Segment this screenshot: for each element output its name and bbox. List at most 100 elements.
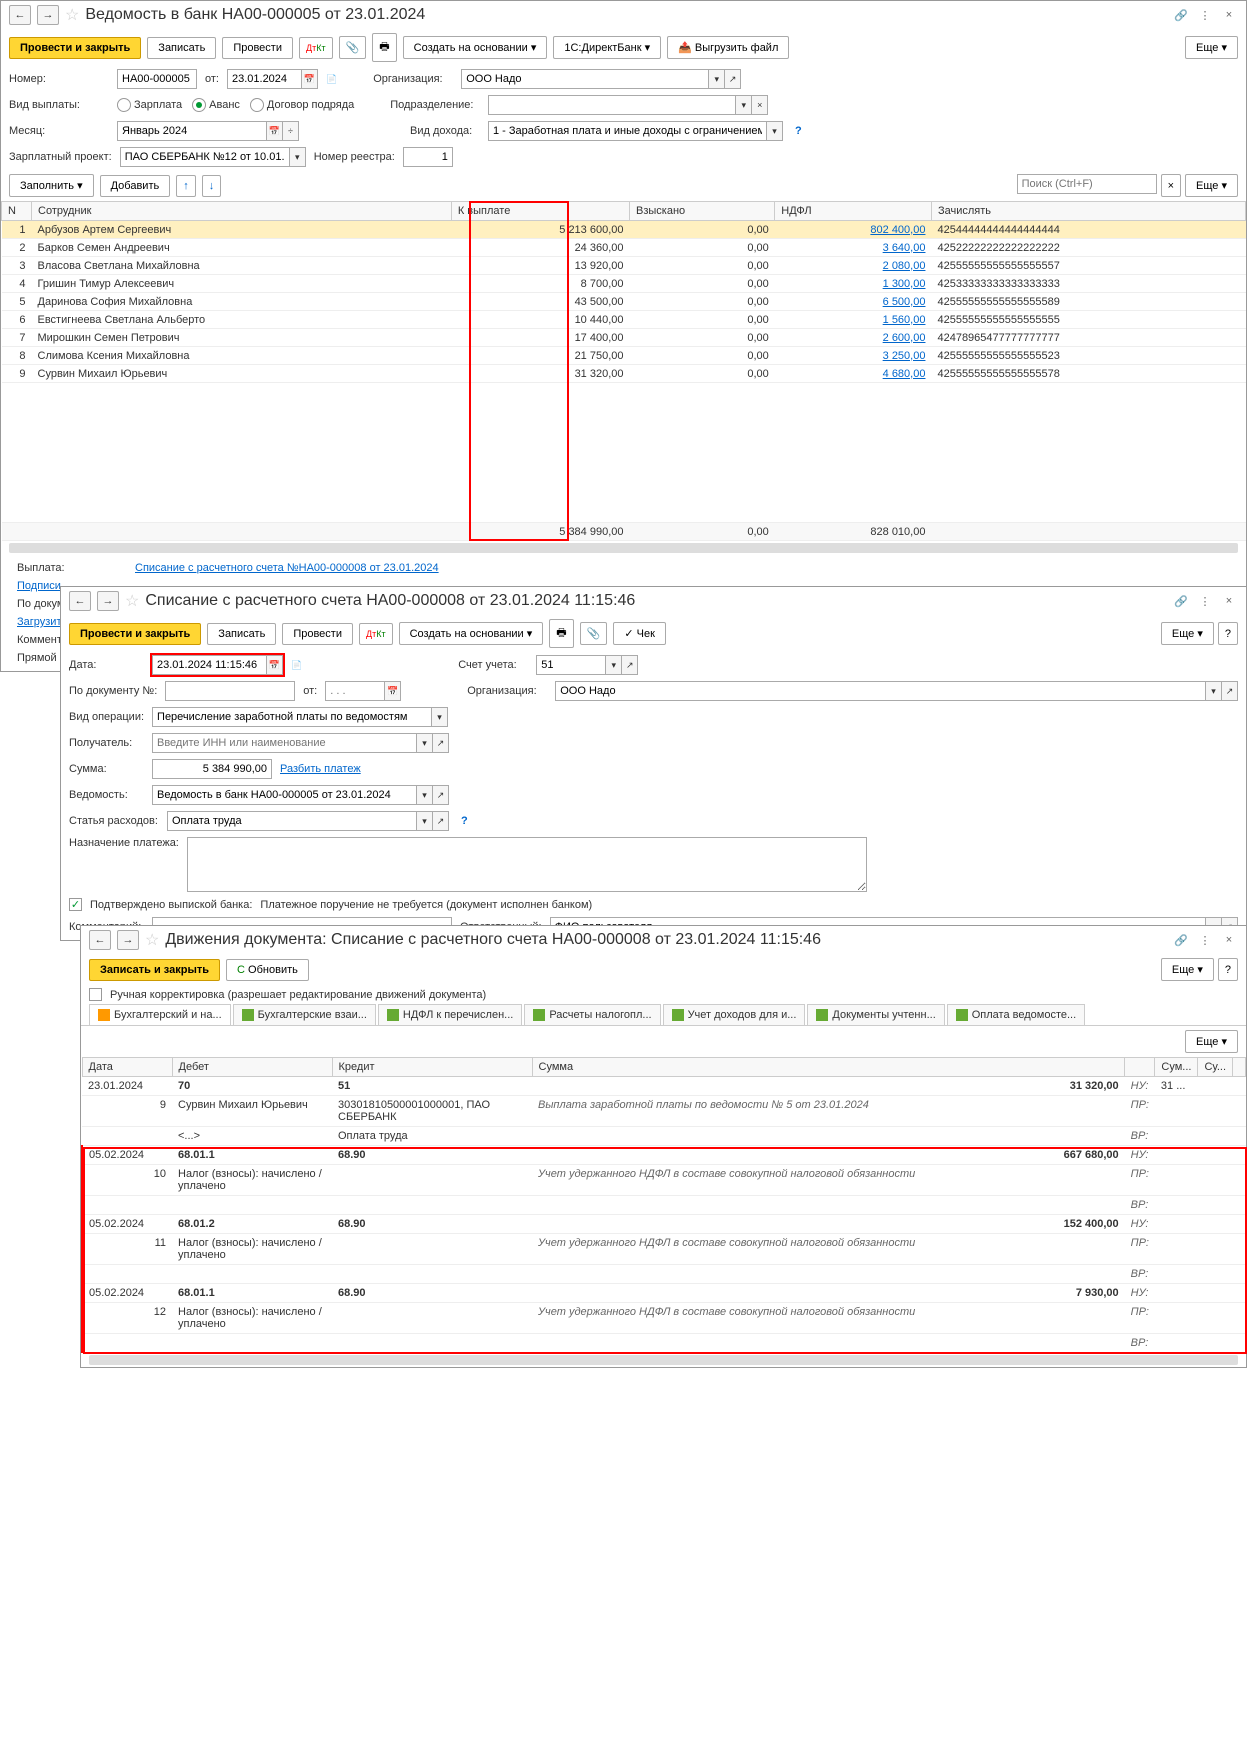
- refresh-button[interactable]: С Обновить: [226, 959, 309, 981]
- print-icon[interactable]: 🖶: [372, 33, 396, 62]
- col-su[interactable]: Су...: [1198, 1058, 1233, 1077]
- table-row[interactable]: 1Арбузов Артем Сергеевич5 213 600,000,00…: [2, 221, 1246, 239]
- table-row[interactable]: 3Власова Светлана Михайловна13 920,000,0…: [2, 257, 1246, 275]
- help-button[interactable]: ?: [1218, 622, 1238, 645]
- calendar-icon[interactable]: 📅: [267, 655, 283, 675]
- favorite-icon[interactable]: ☆: [65, 5, 79, 25]
- dropdown-icon[interactable]: ▾: [709, 69, 725, 89]
- radio-advance[interactable]: Аванс: [192, 98, 240, 112]
- tab-item[interactable]: НДФЛ к перечислен...: [378, 1004, 522, 1025]
- post-close-button[interactable]: Провести и закрыть: [69, 623, 201, 645]
- open-icon[interactable]: ↗: [1222, 681, 1238, 701]
- directbank-button[interactable]: 1С:ДиректБанк ▾: [553, 36, 661, 59]
- payment-link[interactable]: Списание с расчетного счета №НА00-000008…: [135, 562, 439, 574]
- nav-back-button[interactable]: ←: [69, 591, 91, 611]
- open-icon[interactable]: ↗: [433, 733, 449, 753]
- table-row[interactable]: 8Слимова Ксения Михайловна21 750,000,003…: [2, 347, 1246, 365]
- nav-back-button[interactable]: ←: [89, 930, 111, 950]
- movement-row[interactable]: 05.02.202468.01.268.90152 400,00НУ:: [82, 1215, 1246, 1234]
- movement-row[interactable]: 05.02.202468.01.168.90667 680,00НУ:: [82, 1146, 1246, 1165]
- dropdown-icon[interactable]: ▾: [767, 121, 783, 141]
- nav-forward-button[interactable]: →: [97, 591, 119, 611]
- post-button[interactable]: Провести: [222, 37, 293, 59]
- movement-row[interactable]: 23.01.2024705131 320,00НУ:31 ...: [82, 1077, 1246, 1096]
- dropdown-icon[interactable]: ▾: [1206, 681, 1222, 701]
- open-icon[interactable]: ↗: [622, 655, 638, 675]
- link-icon[interactable]: 🔗: [1172, 931, 1190, 949]
- registry-field[interactable]: [403, 147, 453, 167]
- tab-item[interactable]: Документы учтенн...: [807, 1004, 944, 1025]
- calendar-icon[interactable]: 📅: [385, 681, 401, 701]
- optype-field[interactable]: [152, 707, 432, 727]
- table-row[interactable]: 9Сурвин Михаил Юрьевич31 320,000,004 680…: [2, 365, 1246, 383]
- help-icon[interactable]: ?: [457, 815, 472, 827]
- dropdown-icon[interactable]: ▾: [736, 95, 752, 115]
- more-button[interactable]: Еще ▾: [1185, 36, 1238, 59]
- dept-field[interactable]: [488, 95, 736, 115]
- dropdown-icon[interactable]: ▾: [290, 147, 306, 167]
- bydoc-field[interactable]: [165, 681, 295, 701]
- save-button[interactable]: Записать: [207, 623, 276, 645]
- dropdown-icon[interactable]: ▾: [417, 811, 433, 831]
- clear-search-button[interactable]: ×: [1161, 174, 1181, 197]
- recipient-field[interactable]: [152, 733, 417, 753]
- purpose-field[interactable]: [187, 837, 867, 892]
- check-button[interactable]: ✓ Чек: [613, 622, 666, 645]
- spinner-icon[interactable]: ÷: [283, 121, 299, 141]
- more-button[interactable]: Еще ▾: [1185, 1030, 1238, 1053]
- move-down-button[interactable]: ↓: [202, 175, 222, 197]
- docdate-field[interactable]: [325, 681, 385, 701]
- favorite-icon[interactable]: ☆: [125, 591, 139, 611]
- statement-field[interactable]: [152, 785, 417, 805]
- col-n[interactable]: N: [2, 202, 32, 221]
- link-icon[interactable]: 🔗: [1172, 592, 1190, 610]
- project-field[interactable]: [120, 147, 290, 167]
- expense-field[interactable]: [167, 811, 417, 831]
- attach-icon[interactable]: 📎: [580, 622, 608, 645]
- add-button[interactable]: Добавить: [100, 175, 171, 197]
- tab-item[interactable]: Бухгалтерские взаи...: [233, 1004, 376, 1025]
- dt-kt-icon[interactable]: ДтКт: [359, 623, 393, 645]
- manual-checkbox[interactable]: [89, 988, 102, 1001]
- month-field[interactable]: [117, 121, 267, 141]
- save-button[interactable]: Записать: [147, 37, 216, 59]
- col-date[interactable]: Дата: [82, 1058, 172, 1077]
- col-pay[interactable]: К выплате: [451, 202, 629, 221]
- table-row[interactable]: 7Мирошкин Семен Петрович17 400,000,002 6…: [2, 329, 1246, 347]
- col-emp[interactable]: Сотрудник: [32, 202, 452, 221]
- nav-icon[interactable]: 📄: [291, 660, 302, 671]
- open-icon[interactable]: ↗: [433, 785, 449, 805]
- close-icon[interactable]: ×: [1220, 931, 1238, 949]
- table-row[interactable]: 5Даринова София Михайловна43 500,000,006…: [2, 293, 1246, 311]
- signs-link[interactable]: Подписи: [17, 580, 61, 592]
- kebab-icon[interactable]: ⋮: [1196, 592, 1214, 610]
- income-field[interactable]: [488, 121, 767, 141]
- tab-item[interactable]: Расчеты налогопл...: [524, 1004, 660, 1025]
- nav-back-button[interactable]: ←: [9, 5, 31, 25]
- kebab-icon[interactable]: ⋮: [1196, 6, 1214, 24]
- fill-button[interactable]: Заполнить ▾: [9, 174, 94, 197]
- open-icon[interactable]: ↗: [433, 811, 449, 831]
- help-icon[interactable]: ?: [791, 125, 806, 137]
- more-button[interactable]: Еще ▾: [1161, 622, 1214, 645]
- col-ndfl[interactable]: НДФЛ: [775, 202, 932, 221]
- kebab-icon[interactable]: ⋮: [1196, 931, 1214, 949]
- date-field[interactable]: [152, 655, 267, 675]
- tab-item[interactable]: Учет доходов для и...: [663, 1004, 806, 1025]
- dt-kt-icon[interactable]: ДтКт: [299, 37, 333, 59]
- post-close-button[interactable]: Провести и закрыть: [9, 37, 141, 59]
- table-row[interactable]: 6Евстигнеева Светлана Альберто10 440,000…: [2, 311, 1246, 329]
- confirmed-checkbox[interactable]: ✓: [69, 898, 82, 911]
- col-credit[interactable]: Зачислять: [931, 202, 1245, 221]
- nav-forward-button[interactable]: →: [117, 930, 139, 950]
- nav-icon[interactable]: 📄: [326, 74, 337, 85]
- dropdown-icon[interactable]: ▾: [417, 785, 433, 805]
- col-collected[interactable]: Взыскано: [630, 202, 775, 221]
- favorite-icon[interactable]: ☆: [145, 930, 159, 950]
- radio-salary[interactable]: Зарплата: [117, 98, 182, 112]
- col-credit[interactable]: Кредит: [332, 1058, 532, 1077]
- close-icon[interactable]: ×: [1220, 6, 1238, 24]
- dropdown-icon[interactable]: ▾: [432, 707, 448, 727]
- movement-row[interactable]: 05.02.202468.01.168.907 930,00НУ:: [82, 1284, 1246, 1303]
- dropdown-icon[interactable]: ▾: [606, 655, 622, 675]
